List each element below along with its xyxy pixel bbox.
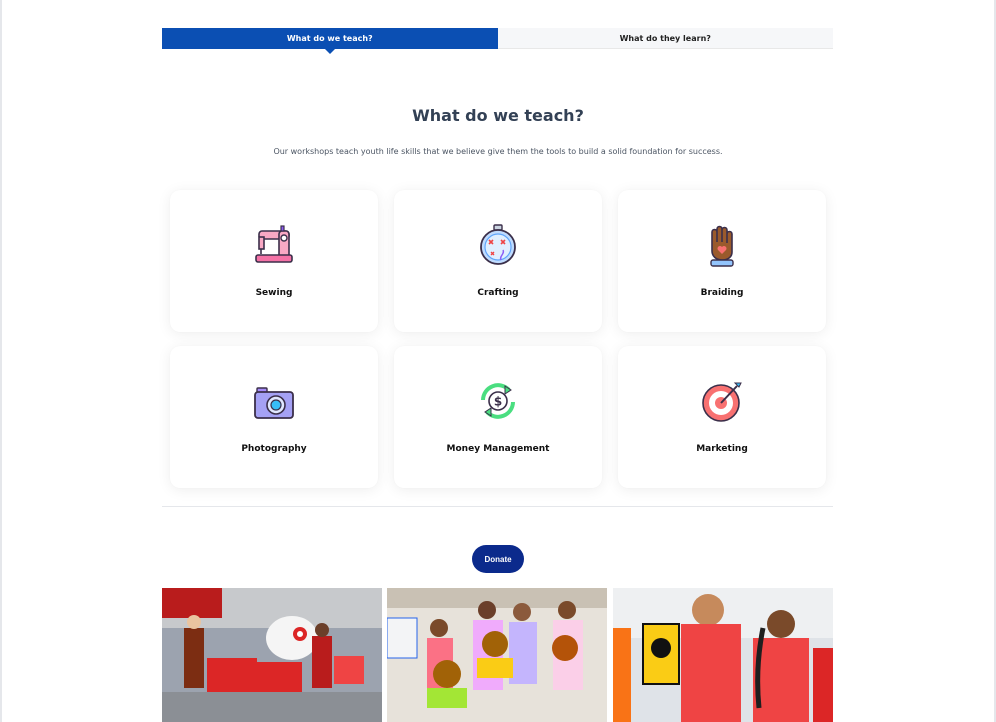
card-label: Braiding bbox=[700, 288, 744, 298]
tab-what-do-we-teach[interactable]: What do we teach? bbox=[162, 28, 498, 49]
workshop-grid: Sewing Crafting Braiding Photography $ M… bbox=[170, 190, 826, 488]
embroidery-hoop-icon bbox=[475, 222, 521, 268]
card-crafting: Crafting bbox=[394, 190, 602, 332]
dollar-cycle-icon: $ bbox=[475, 378, 521, 424]
card-label: Photography bbox=[241, 444, 307, 454]
camera-icon bbox=[251, 378, 297, 424]
card-photography: Photography bbox=[170, 346, 378, 488]
tab-bar: What do we teach? What do they learn? bbox=[162, 28, 833, 49]
card-label: Marketing bbox=[696, 444, 748, 454]
card-label: Sewing bbox=[255, 288, 293, 298]
volunteers-red-shirts-photo bbox=[612, 588, 833, 722]
donate-button[interactable]: Donate bbox=[472, 545, 524, 573]
card-sewing: Sewing bbox=[170, 190, 378, 332]
section-subtitle: Our workshops teach youth life skills th… bbox=[273, 147, 723, 156]
card-money-management: $ Money Management bbox=[394, 346, 602, 488]
sewing-machine-icon bbox=[251, 222, 297, 268]
children-teddy-bears-photo bbox=[387, 588, 608, 722]
section-title: What do we teach? bbox=[412, 106, 584, 125]
raised-hand-heart-icon bbox=[699, 222, 745, 268]
card-marketing: Marketing bbox=[618, 346, 826, 488]
target-arrow-icon bbox=[699, 378, 745, 424]
photo-strip bbox=[162, 588, 833, 722]
card-label: Crafting bbox=[477, 288, 519, 298]
card-label: Money Management bbox=[446, 444, 550, 454]
group-photo-store-mascot bbox=[162, 588, 382, 722]
svg-text:$: $ bbox=[494, 395, 502, 409]
section-divider bbox=[162, 506, 833, 507]
tab-what-do-they-learn[interactable]: What do they learn? bbox=[497, 28, 833, 49]
card-braiding: Braiding bbox=[618, 190, 826, 332]
